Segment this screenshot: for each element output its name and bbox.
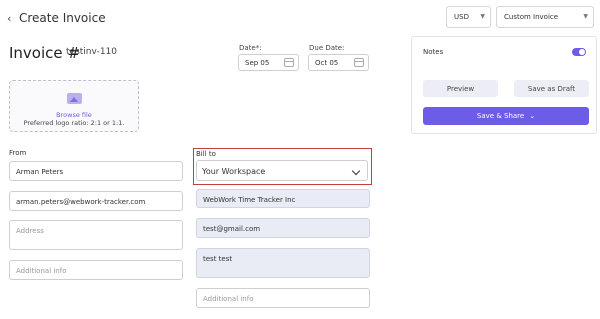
- browse-file-link[interactable]: Browse file: [10, 111, 138, 119]
- from-additional-info-field[interactable]: Additional info: [9, 260, 183, 280]
- bill-to-additional-info-field[interactable]: Additional info: [196, 288, 370, 308]
- date-label: Date*:: [239, 44, 262, 52]
- chevron-down-icon: [351, 166, 361, 176]
- calendar-icon: [354, 58, 364, 67]
- due-date-value: Oct 05: [315, 59, 339, 67]
- date-value: Sep 05: [245, 59, 270, 67]
- notes-label: Notes: [423, 48, 444, 56]
- bill-to-value: Your Workspace: [202, 167, 266, 176]
- from-address-field[interactable]: Address: [9, 220, 183, 250]
- bill-to-label: Bill to: [196, 150, 216, 158]
- image-icon: [67, 93, 82, 104]
- currency-select[interactable]: USD ▼: [446, 6, 491, 28]
- bill-to-selector[interactable]: Bill to Your Workspace: [193, 148, 372, 185]
- date-field[interactable]: Sep 05: [238, 54, 299, 71]
- from-name-field[interactable]: Arman Peters: [9, 161, 183, 181]
- save-and-share-button[interactable]: Save & Share ⌄: [423, 107, 589, 125]
- page-title: Create Invoice: [19, 11, 106, 25]
- chevron-down-icon: ▼: [480, 13, 485, 20]
- from-label: From: [9, 149, 27, 157]
- template-value: Custom Invoice: [504, 13, 559, 21]
- invoice-number[interactable]: testinv-110: [66, 47, 117, 57]
- currency-value: USD: [454, 13, 469, 21]
- chevron-down-icon: ⌄: [529, 112, 536, 120]
- bill-to-company-field[interactable]: WebWork Time Tracker Inc: [196, 189, 370, 208]
- template-select[interactable]: Custom Invoice ▼: [496, 6, 594, 28]
- chevron-down-icon: ▼: [583, 13, 588, 20]
- notes-toggle[interactable]: [572, 48, 586, 56]
- preview-button[interactable]: Preview: [423, 80, 498, 97]
- logo-upload[interactable]: Browse file Preferred logo ratio: 2:1 or…: [9, 80, 139, 132]
- due-date-field[interactable]: Oct 05: [308, 54, 369, 71]
- bill-to-select[interactable]: Your Workspace: [196, 160, 368, 181]
- bill-to-email-field[interactable]: test@gmail.com: [196, 218, 370, 238]
- from-email-field[interactable]: arman.peters@webwork-tracker.com: [9, 191, 183, 211]
- save-and-share-label: Save & Share: [476, 112, 525, 120]
- chevron-left-icon[interactable]: ‹: [7, 12, 11, 25]
- logo-ratio-hint: Preferred logo ratio: 2:1 or 1:1.: [23, 119, 125, 127]
- due-date-label: Due Date:: [309, 44, 345, 52]
- save-as-draft-button[interactable]: Save as Draft: [514, 80, 589, 97]
- bill-to-address-field[interactable]: test test: [196, 248, 370, 278]
- calendar-icon: [284, 58, 294, 67]
- actions-panel: Notes Preview Save as Draft Save & Share…: [411, 36, 597, 134]
